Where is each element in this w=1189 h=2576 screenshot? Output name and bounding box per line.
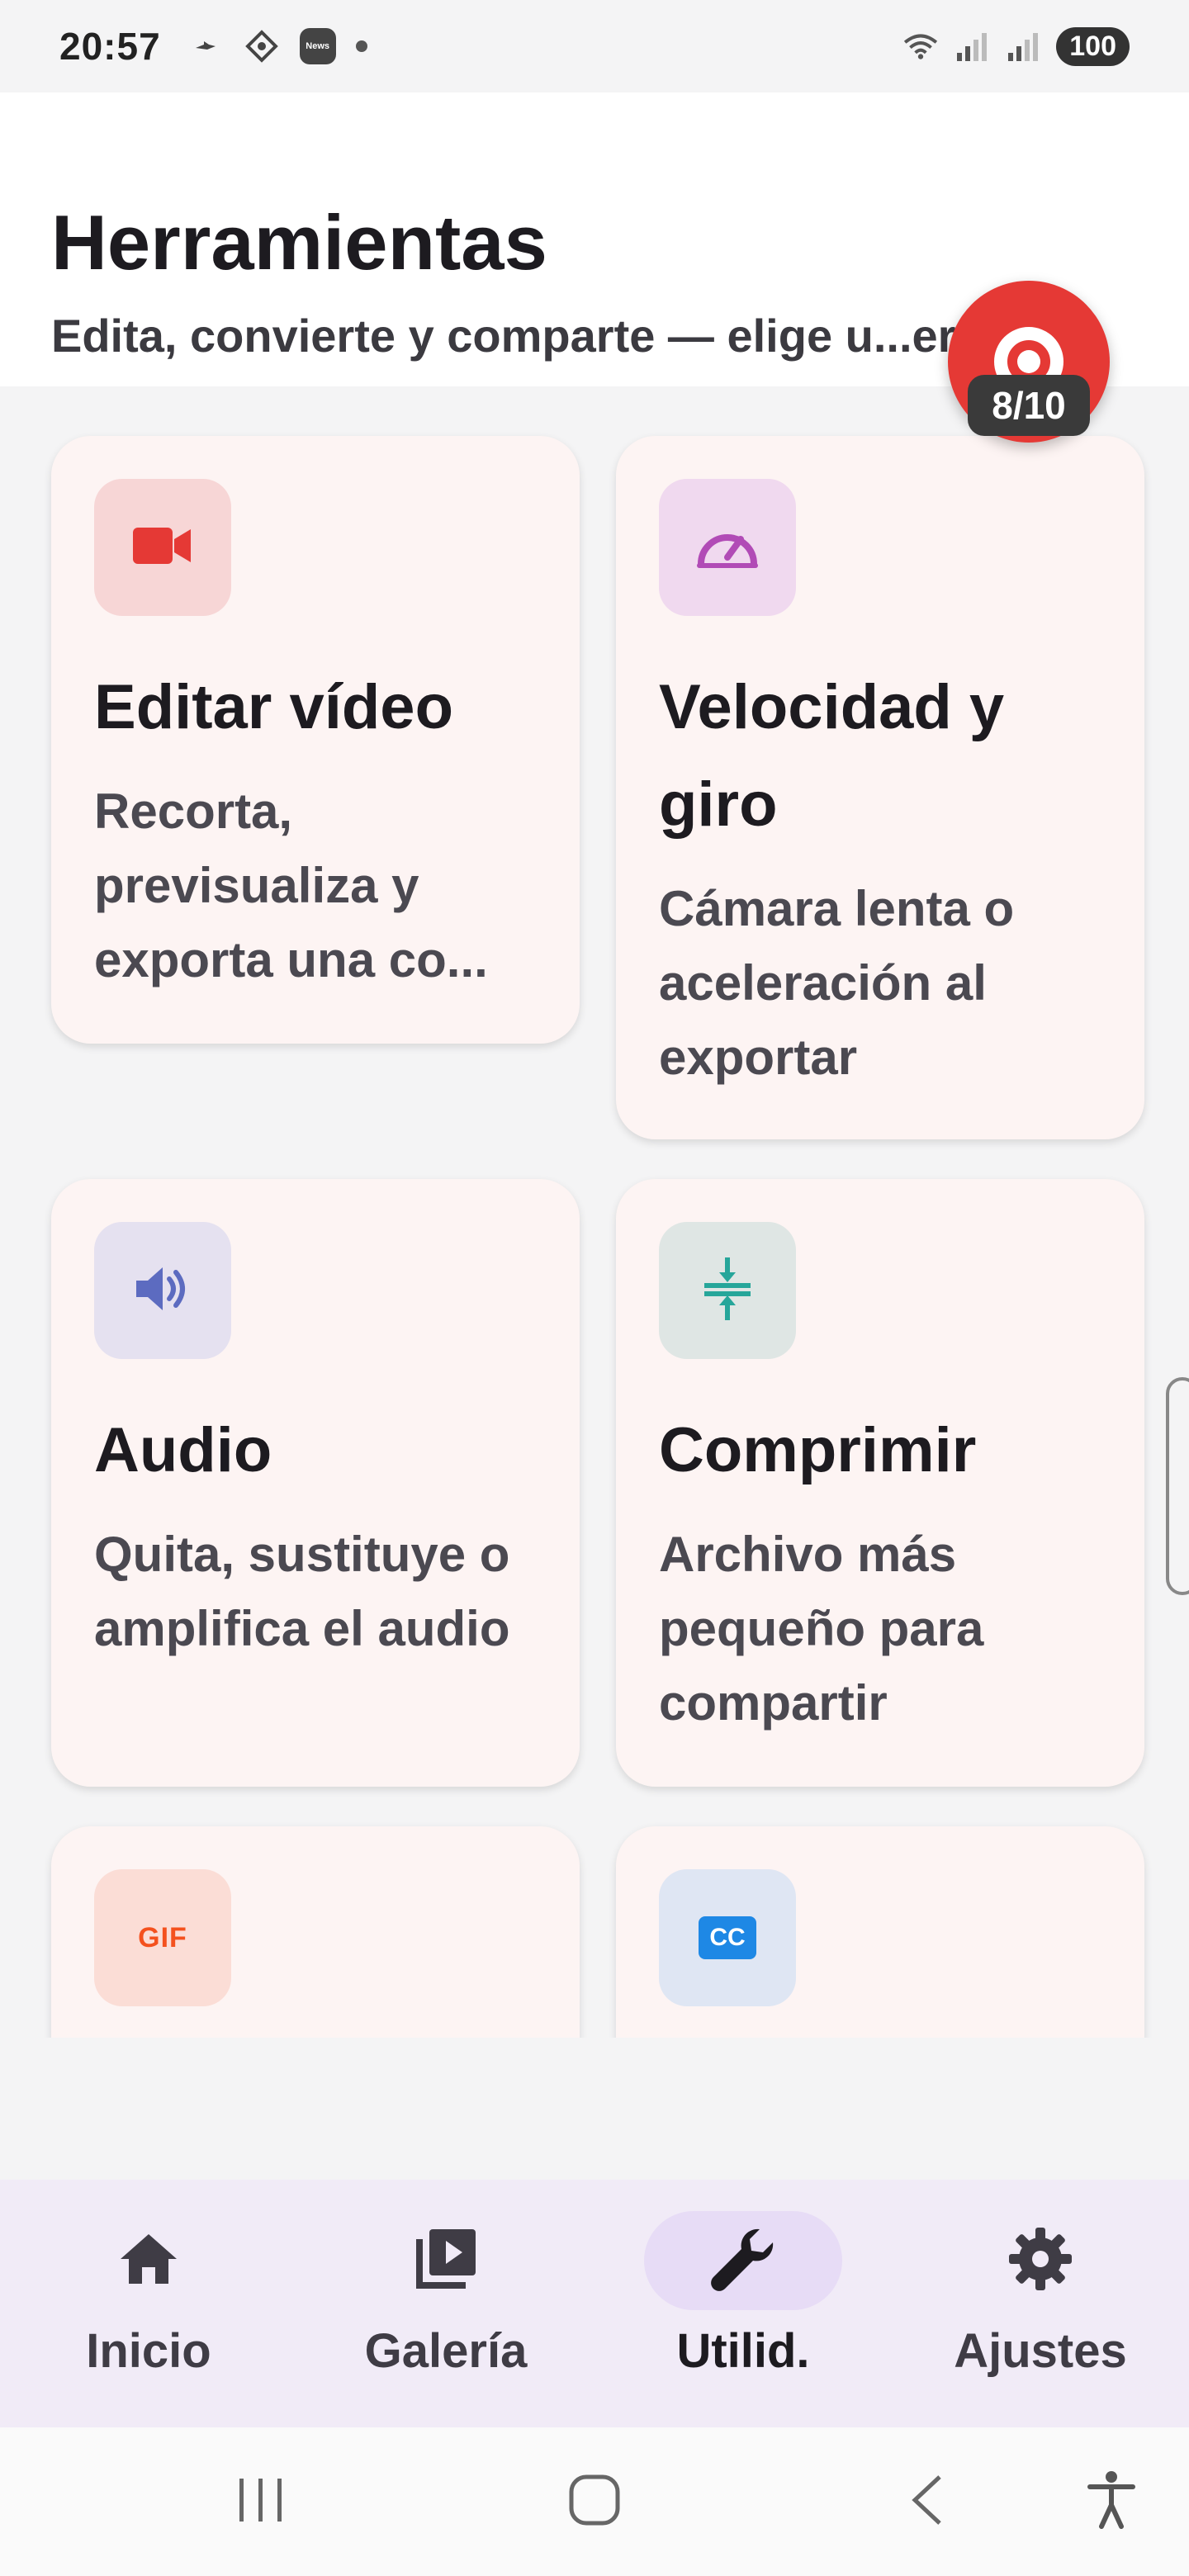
home-icon	[117, 2231, 180, 2291]
tool-card-compress[interactable]: Comprimir Archivo más pequeño para compa…	[616, 1179, 1144, 1787]
bird-icon	[187, 28, 224, 64]
tool-card-gif[interactable]: GIF	[51, 1826, 580, 2038]
speedometer-icon	[694, 521, 760, 575]
edge-panel-handle[interactable]	[1166, 1377, 1189, 1595]
tool-card-title: Audio	[94, 1415, 272, 1485]
tool-card-title: Velocidad y giro	[659, 672, 1005, 840]
closed-captions-label: CC	[709, 1924, 746, 1951]
nav-item-utilidades[interactable]: Utilid.	[594, 2180, 892, 2427]
battery-indicator: 100	[1056, 26, 1130, 66]
speed-icon-tile	[659, 479, 796, 616]
diamond-app-icon	[244, 28, 280, 64]
status-notification-icons: News	[187, 28, 367, 64]
home-button[interactable]	[561, 2469, 628, 2535]
tool-card-title: Comprimir	[659, 1415, 977, 1485]
nav-pill-active	[644, 2211, 842, 2310]
signal-icon-2	[1005, 28, 1041, 64]
captions-icon-tile: CC	[659, 1869, 796, 2006]
tool-card-description: Archivo más pequeño para compartir	[659, 1527, 984, 1731]
tool-card-captions[interactable]: CC	[616, 1826, 1144, 2038]
back-button[interactable]	[902, 2469, 951, 2535]
recent-apps-icon	[234, 2475, 287, 2529]
record-count-badge: 8/10	[968, 375, 1090, 436]
tool-card-description: Cámara lenta o aceleración al exportar	[659, 881, 1015, 1085]
nav-item-ajustes[interactable]: Ajustes	[892, 2180, 1189, 2427]
compress-icon	[701, 1256, 754, 1326]
nav-label: Ajustes	[954, 2324, 1127, 2378]
volume-icon	[133, 1262, 192, 1319]
system-navigation-bar	[0, 2427, 1189, 2576]
tool-card-speed-rotate[interactable]: Velocidad y giro Cámara lenta o acelerac…	[616, 436, 1144, 1139]
gif-icon-tile: GIF	[94, 1869, 231, 2006]
compress-icon-tile	[659, 1222, 796, 1359]
page-title: Herramientas	[51, 199, 547, 286]
more-notifications-dot	[355, 40, 367, 52]
bottom-navigation: Inicio Galería Utilid. Ajustes	[0, 2180, 1189, 2427]
status-bar: 20:57 News 100	[0, 0, 1189, 92]
nav-label: Galería	[364, 2324, 528, 2378]
nav-pill	[50, 2211, 248, 2310]
home-outline-icon	[568, 2474, 621, 2531]
news-app-icon: News	[299, 28, 336, 64]
signal-icon-1	[954, 28, 990, 64]
settings-gear-icon	[1007, 2226, 1073, 2296]
audio-icon-tile	[94, 1222, 231, 1359]
nav-label: Inicio	[86, 2324, 211, 2378]
recent-apps-button[interactable]	[231, 2469, 291, 2535]
tool-card-edit-video[interactable]: Editar vídeo Recorta, previsualiza y exp…	[51, 436, 580, 1044]
tools-grid: Editar vídeo Recorta, previsualiza y exp…	[0, 386, 1189, 2038]
accessibility-button[interactable]	[1083, 2469, 1139, 2535]
tool-card-description: Recorta, previsualiza y exporta una co..…	[94, 784, 488, 987]
tool-card-description: Quita, sustituye o amplifica el audio	[94, 1527, 510, 1656]
closed-captions-icon: CC	[699, 1916, 756, 1959]
nav-pill	[941, 2211, 1139, 2310]
nav-item-galeria[interactable]: Galería	[297, 2180, 594, 2427]
status-system-icons: 100	[902, 26, 1130, 66]
status-time: 20:57	[59, 25, 161, 68]
wifi-icon	[902, 28, 939, 64]
tool-card-audio[interactable]: Audio Quita, sustituye o amplifica el au…	[51, 1179, 580, 1787]
tool-card-title: Editar vídeo	[94, 672, 453, 742]
gallery-icon	[413, 2226, 479, 2296]
wrench-icon	[708, 2224, 778, 2298]
edit-video-icon-tile	[94, 479, 231, 616]
gif-icon: GIF	[138, 1921, 187, 1953]
nav-pill	[347, 2211, 545, 2310]
nav-label: Utilid.	[676, 2324, 810, 2378]
video-camera-icon	[133, 524, 192, 571]
nav-item-inicio[interactable]: Inicio	[0, 2180, 297, 2427]
back-chevron-icon	[908, 2474, 945, 2531]
accessibility-icon	[1087, 2470, 1136, 2534]
